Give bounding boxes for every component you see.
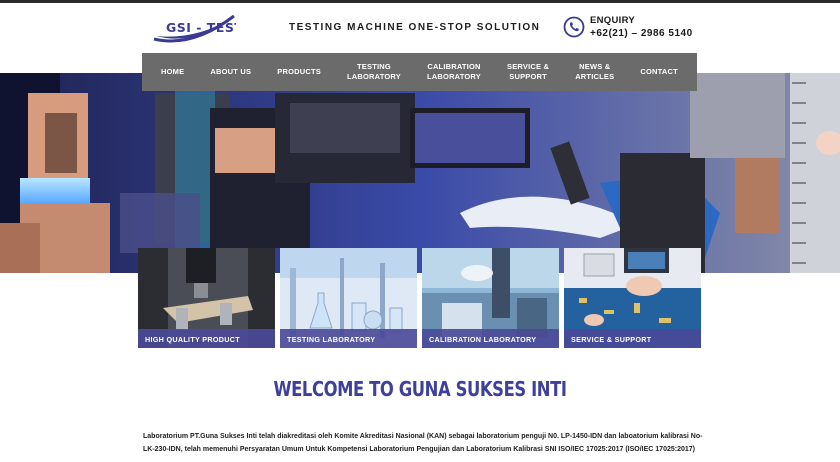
nav-news-articles[interactable]: NEWS & ARTICLES (575, 62, 614, 82)
card-calibration-laboratory[interactable]: CALIBRATION LABORATORY (422, 248, 559, 348)
hero-banner-image (0, 73, 840, 273)
phone-icon[interactable] (563, 16, 585, 38)
card-label: TESTING LABORATORY (280, 329, 417, 348)
card-label: HIGH QUALITY PRODUCT (138, 329, 275, 348)
welcome-heading: WELCOME TO GUNA SUKSES INTI (273, 377, 567, 401)
welcome-paragraph: Laboratorium PT.Guna Sukses Inti telah d… (143, 433, 703, 453)
gsi-test-logo[interactable]: GSI - TEST (152, 12, 243, 44)
nav-products[interactable]: PRODUCTS (277, 67, 321, 77)
enquiry-phone-number[interactable]: +62(21) – 2986 5140 (590, 28, 693, 39)
nav-contact[interactable]: CONTACT (640, 67, 678, 77)
service-cards: HIGH QUALITY PRODUCT TESTING LABORATORY … (138, 248, 703, 348)
card-label: SERVICE & SUPPORT (564, 329, 701, 348)
card-service-support[interactable]: SERVICE & SUPPORT (564, 248, 701, 348)
nav-service-support[interactable]: SERVICE & SUPPORT (507, 62, 549, 82)
logo-text: GSI - TEST (166, 20, 236, 35)
nav-home[interactable]: HOME (161, 67, 184, 77)
main-navigation: HOME ABOUT US PRODUCTS TESTING LABORATORY… (142, 53, 697, 91)
top-border (0, 0, 840, 3)
nav-calibration-laboratory[interactable]: CALIBRATION LABORATORY (427, 62, 481, 82)
site-tagline: TESTING MACHINE ONE-STOP SOLUTION (289, 22, 541, 33)
enquiry-label: ENQUIRY (590, 15, 636, 26)
card-high-quality-product[interactable]: HIGH QUALITY PRODUCT (138, 248, 275, 348)
card-label: CALIBRATION LABORATORY (422, 329, 559, 348)
card-testing-laboratory[interactable]: TESTING LABORATORY (280, 248, 417, 348)
nav-about-us[interactable]: ABOUT US (210, 67, 251, 77)
nav-testing-laboratory[interactable]: TESTING LABORATORY (347, 62, 401, 82)
